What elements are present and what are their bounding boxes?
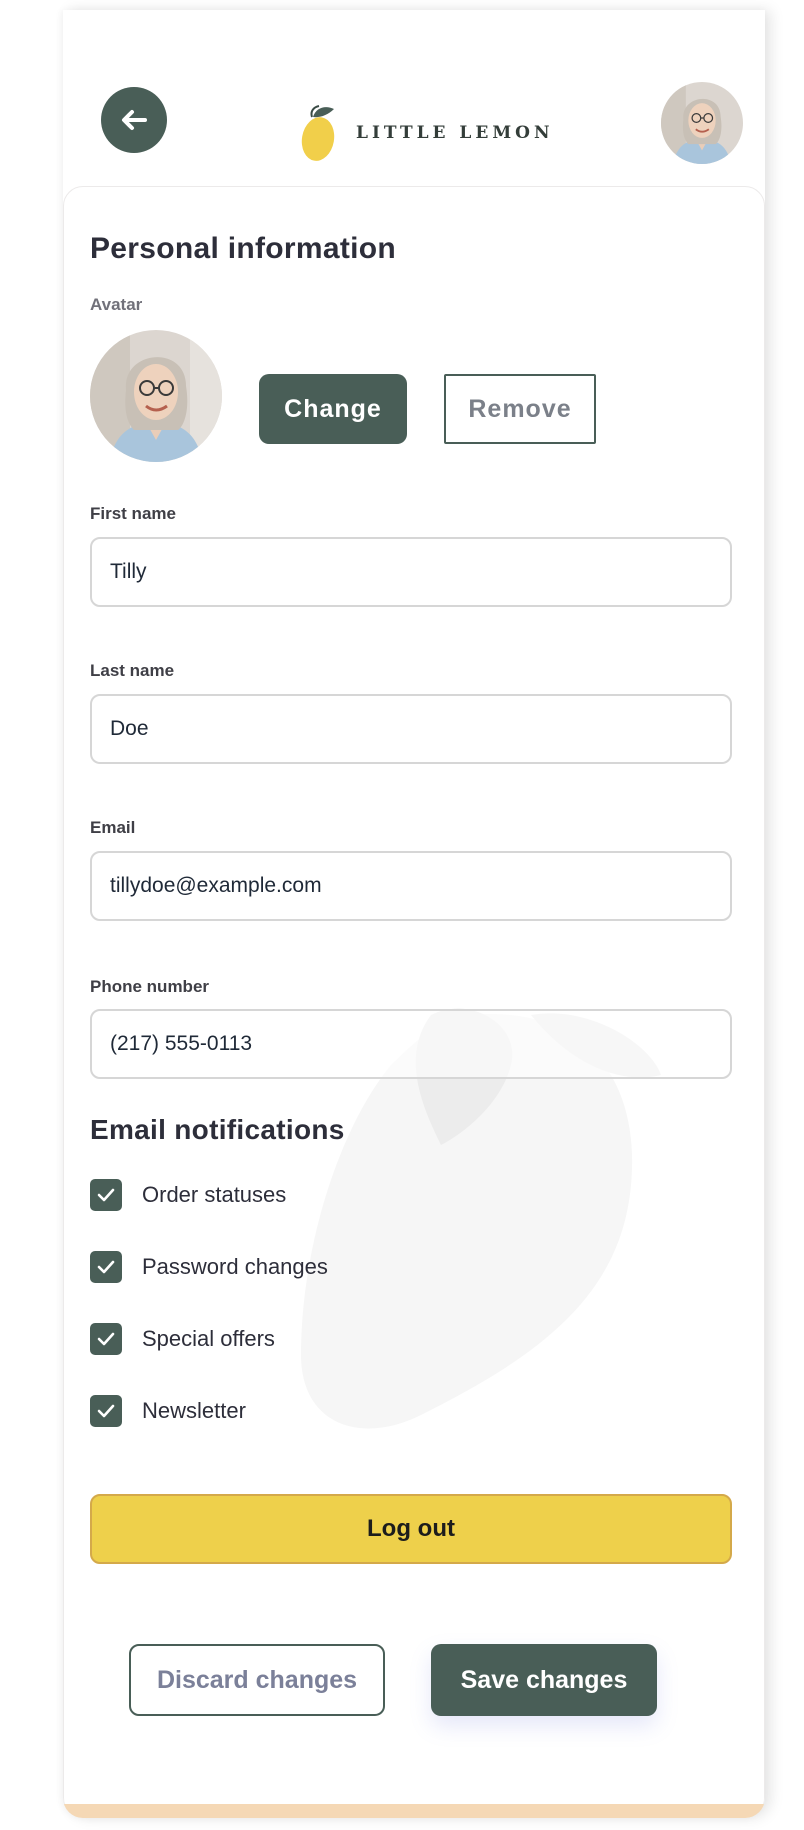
checkbox-special-offers[interactable]: Special offers [90, 1322, 275, 1356]
checkbox-label: Newsletter [142, 1398, 246, 1423]
back-button[interactable] [101, 87, 167, 153]
last-name-label: Last name [90, 661, 175, 680]
change-avatar-button[interactable]: Change [259, 374, 407, 444]
checkbox-newsletter[interactable]: Newsletter [90, 1394, 246, 1428]
checkbox-checked[interactable] [90, 1179, 122, 1211]
checkbox-label: Special offers [142, 1326, 275, 1351]
logout-button[interactable]: Log out [90, 1494, 732, 1564]
discard-changes-button[interactable]: Discard changes [129, 1644, 385, 1716]
check-icon [97, 1188, 115, 1202]
checkbox-order-statuses[interactable]: Order statuses [90, 1178, 286, 1212]
brand-name: LITTLE LEMON [356, 123, 554, 143]
save-changes-button[interactable]: Save changes [431, 1644, 657, 1716]
checkbox-checked[interactable] [90, 1323, 122, 1355]
check-icon [97, 1332, 115, 1346]
last-name-field[interactable] [90, 694, 732, 764]
brand-logo: LITTLE LEMON [300, 93, 554, 173]
checkbox-label: Password changes [142, 1254, 328, 1279]
first-name-label: First name [90, 504, 176, 523]
first-name-field[interactable] [90, 537, 732, 607]
checkbox-label: Order statuses [142, 1182, 287, 1207]
user-avatar-large [90, 330, 222, 462]
user-avatar-image [661, 82, 743, 164]
avatar-label: Avatar [90, 295, 143, 314]
bottom-accent [63, 1804, 765, 1818]
lemon-icon [301, 105, 335, 161]
arrow-left-icon [122, 110, 147, 130]
phone-field[interactable] [90, 1009, 732, 1079]
email-notifications-title: Email notifications [90, 1114, 345, 1145]
remove-avatar-button[interactable]: Remove [444, 374, 596, 444]
avatar-image [90, 330, 222, 462]
personal-info-title: Personal information [90, 232, 397, 265]
check-icon [97, 1260, 115, 1274]
email-field[interactable] [90, 851, 732, 921]
phone-screen: LITTLE LEMON Personal information Avatar [63, 10, 765, 1818]
checkbox-password-changes[interactable]: Password changes [90, 1250, 328, 1284]
checkbox-checked[interactable] [90, 1251, 122, 1283]
phone-label: Phone number [90, 977, 210, 996]
email-label: Email [90, 818, 136, 837]
profile-avatar[interactable] [661, 82, 743, 164]
check-icon [97, 1404, 115, 1418]
checkbox-checked[interactable] [90, 1395, 122, 1427]
